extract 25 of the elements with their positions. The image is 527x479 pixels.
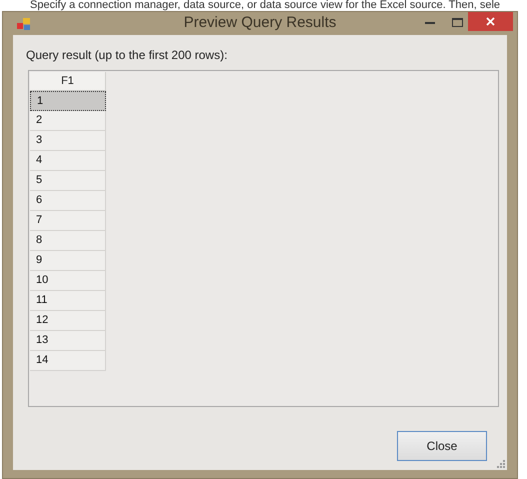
query-result-label: Query result (up to the first 200 rows):: [26, 47, 228, 64]
row-header-cell[interactable]: 14: [30, 351, 106, 371]
close-window-button[interactable]: [468, 12, 513, 31]
row-header-cell[interactable]: 5: [30, 171, 106, 191]
row-header-cell[interactable]: 8: [30, 231, 106, 251]
maximize-icon[interactable]: [452, 18, 463, 27]
close-icon: [486, 17, 495, 26]
row-header-cell[interactable]: 9: [30, 251, 106, 271]
row-header-cell[interactable]: 10: [30, 271, 106, 291]
row-header-cell[interactable]: 13: [30, 331, 106, 351]
column-header[interactable]: F1: [30, 72, 106, 91]
row-header-cell[interactable]: 1: [30, 91, 106, 111]
minimize-icon[interactable]: [425, 22, 435, 25]
background-text: Specify a connection manager, data source, or data source view for the Excel source. Then, sele: [30, 0, 500, 11]
row-header-cell[interactable]: 2: [30, 111, 106, 131]
row-header-cell[interactable]: 11: [30, 291, 106, 311]
app-icon: [17, 17, 31, 31]
resize-grip-icon[interactable]: [497, 460, 505, 468]
row-header-cell[interactable]: 3: [30, 131, 106, 151]
close-button[interactable]: Close: [397, 431, 487, 461]
window-title: Preview Query Results: [184, 13, 336, 34]
row-header-cell[interactable]: 6: [30, 191, 106, 211]
row-header-cell[interactable]: 7: [30, 211, 106, 231]
row-header-cell[interactable]: 12: [30, 311, 106, 331]
row-header-cell[interactable]: 4: [30, 151, 106, 171]
